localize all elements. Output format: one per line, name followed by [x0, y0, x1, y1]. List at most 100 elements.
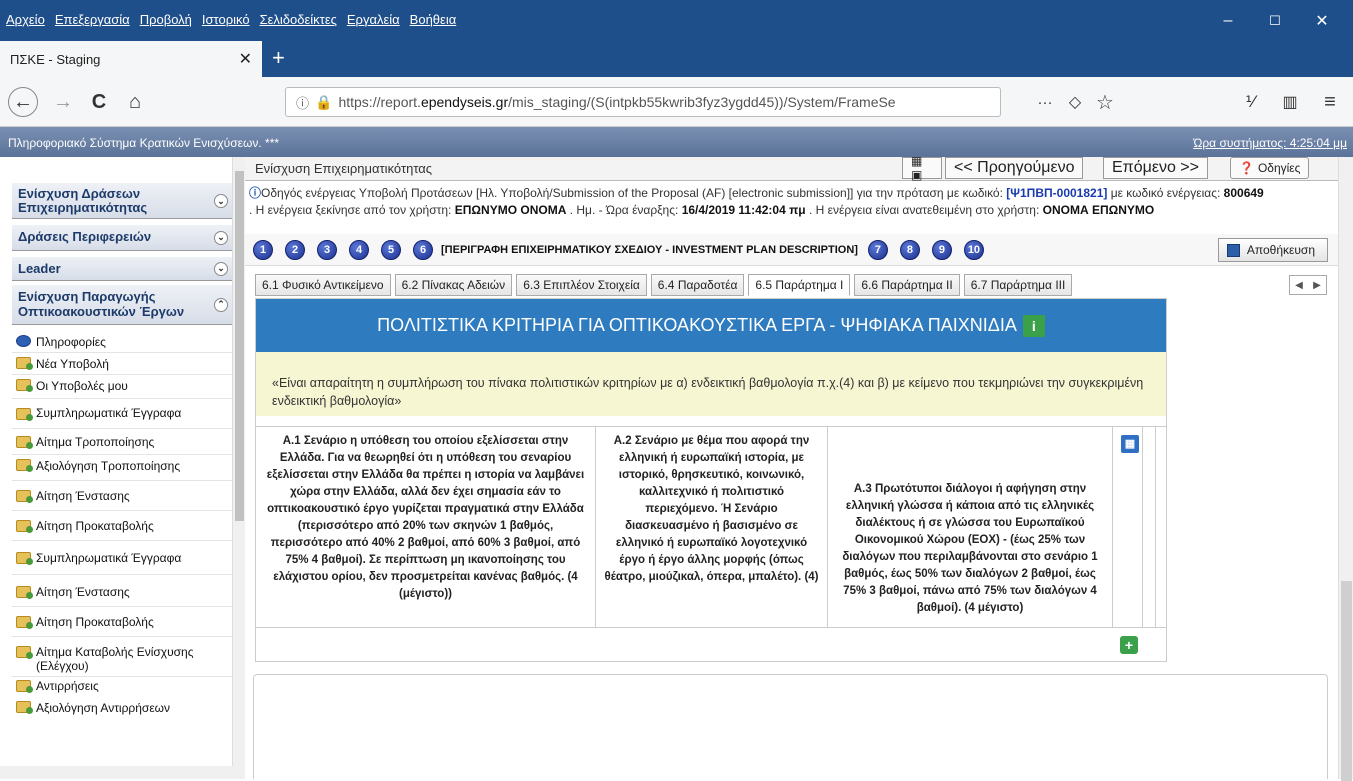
menu-help[interactable]: Βοήθεια — [410, 12, 457, 27]
bookmark-star-icon[interactable]: ☆ — [1090, 87, 1120, 117]
main-scrollbar[interactable] — [1338, 157, 1353, 781]
chevron-up-icon[interactable]: ⌃ — [214, 297, 228, 312]
sidebar-item-supplementary-docs-2[interactable]: Συμπληρωματικά Έγγραφα — [12, 541, 232, 575]
tab-6-7[interactable]: 6.7 Παράρτημα ΙΙΙ — [963, 274, 1073, 296]
sidebar-item-payment-request[interactable]: Αίτημα Καταβολής Ενίσχυσης (Ελέγχου) — [12, 637, 232, 677]
tab-6-3[interactable]: 6.3 Επιπλέον Στοιχεία — [516, 274, 647, 296]
previous-button[interactable]: << Προηγούμενο — [945, 157, 1084, 179]
step-2-button[interactable]: 2 — [285, 239, 305, 260]
main-scroll-thumb[interactable] — [1341, 581, 1352, 781]
step-9-button[interactable]: 9 — [931, 239, 952, 260]
url-bar[interactable]: ⓘ 🔒 https://report. ependyseis.gr/mis_sta… — [285, 87, 1001, 117]
tab-6-1[interactable]: 6.1 Φυσικό Αντικείμενο — [255, 274, 391, 296]
help-button[interactable]: ❓ Οδηγίες — [1230, 157, 1310, 179]
step-10-button[interactable]: 10 — [963, 239, 984, 260]
hamburger-menu-icon[interactable]: ≡ — [1315, 87, 1345, 117]
page-actions-button[interactable]: ··· — [1030, 87, 1060, 117]
menu-edit[interactable]: Επεξεργασία — [55, 12, 130, 27]
save-disk-icon — [1226, 244, 1240, 257]
maximize-button[interactable]: ☐ — [1252, 8, 1298, 34]
menu-bookmarks[interactable]: Σελιδοδείκτες — [260, 12, 337, 27]
step-4-button[interactable]: 4 — [349, 239, 369, 260]
sidebar-category-entrepreneurship[interactable]: Ενίσχυση Δράσεων Επιχειρηματικότητας ⌄ — [12, 183, 232, 219]
action-code: 800649 — [1223, 186, 1264, 200]
minimize-button[interactable]: – — [1205, 8, 1251, 34]
folder-icon — [16, 379, 33, 392]
menu-file[interactable]: Αρχείο — [6, 12, 45, 27]
home-button[interactable]: ⌂ — [120, 87, 150, 117]
criterion-a2: Α.2 Σενάριο με θέμα που αφορά την ελληνι… — [596, 427, 828, 627]
grid-icon[interactable]: ▦ — [1121, 435, 1139, 453]
library-icon[interactable]: ⅟ — [1235, 87, 1265, 117]
menu-history[interactable]: Ιστορικό — [202, 12, 250, 27]
info-icon[interactable]: i — [1022, 314, 1045, 337]
sidebar-category-audiovisual[interactable]: Ενίσχυση Παραγωγής Οπτικοακουστικών Έργω… — [12, 285, 232, 325]
action-info: ⓘΟδηγός ενέργειας Υποβολή Προτάσεων [Ηλ.… — [249, 185, 1335, 219]
folder-icon — [16, 436, 33, 449]
url-path: /mis_staging/(S(intpkb55kwrib3fyz3ygdd45… — [508, 94, 896, 110]
folder-icon — [16, 459, 33, 472]
info-text: . Η ενέργεια είναι ανατεθειμένη στο χρήσ… — [805, 203, 1043, 217]
criteria-actions-cell: ▦ — [1113, 427, 1143, 627]
chevron-down-icon[interactable]: ⌄ — [214, 230, 228, 245]
info-icon[interactable]: ⓘ — [296, 93, 309, 112]
sidebar-item-label: Συμπληρωματικά Έγγραφα — [36, 406, 182, 420]
sidebar-item-advance[interactable]: Αίτηση Προκαταβολής — [12, 511, 232, 541]
menu-bar: Αρχείο Επεξεργασία Προβολή Ιστορικό Σελι… — [6, 12, 456, 27]
text-area-box[interactable] — [253, 674, 1328, 779]
browser-tab[interactable]: ΠΣΚΕ - Staging ✕ — [0, 41, 262, 77]
sidebar-item-modification-evaluation[interactable]: Αξιολόγηση Τροποποίησης — [12, 455, 232, 481]
save-button[interactable]: Αποθήκευση — [1217, 238, 1328, 262]
sidebar-item-supplementary-docs[interactable]: Συμπληρωματικά Έγγραφα — [12, 399, 232, 429]
sidebar-horizontal-scrollbar[interactable] — [0, 766, 245, 779]
sidebar-item-objections-evaluation[interactable]: Αξιολόγηση Αντιρρήσεων — [12, 697, 232, 719]
step-6-button[interactable]: 6 — [413, 239, 433, 260]
step-3-button[interactable]: 3 — [317, 239, 337, 260]
step-5-button[interactable]: 5 — [381, 239, 401, 260]
sidebar-item-new-submission[interactable]: Νέα Υποβολή — [12, 353, 232, 375]
sidebar-item-info[interactable]: Πληροφορίες — [12, 331, 232, 353]
chevron-down-icon[interactable]: ⌄ — [214, 261, 228, 276]
close-window-button[interactable]: ✕ — [1299, 8, 1345, 34]
sidebar-item-modification-request[interactable]: Αίτημα Τροποποίησης — [12, 429, 232, 455]
step-7-button[interactable]: 7 — [867, 239, 888, 260]
tab-6-6[interactable]: 6.6 Παράρτημα ΙΙ — [854, 274, 960, 296]
proposal-code: [Ψ1ΠΒΠ-0001821] — [1006, 186, 1108, 200]
new-tab-button[interactable]: + — [272, 45, 285, 71]
back-button[interactable]: ← — [8, 87, 38, 117]
window-titlebar: Αρχείο Επεξεργασία Προβολή Ιστορικό Σελι… — [0, 0, 1353, 41]
tab-6-2[interactable]: 6.2 Πίνακας Αδειών — [394, 274, 513, 296]
pocket-icon[interactable]: ◇ — [1060, 87, 1090, 117]
save-label: Αποθήκευση — [1246, 243, 1315, 257]
toolbar-icons[interactable]: ▦ ▣ — [902, 157, 942, 182]
sidebar-category-regions[interactable]: Δράσεις Περιφερειών ⌄ — [12, 225, 232, 251]
sidebar-item-objection-2[interactable]: Αίτηση Ένστασης — [12, 575, 232, 607]
tab-title: ΠΣΚΕ - Staging — [10, 51, 101, 67]
start-datetime: 16/4/2019 11:42:04 πμ — [681, 203, 806, 217]
panel-title: ΠΟΛΙΤΙΣΤΙΚΑ ΚΡΙΤΗΡΙΑ ΓΙΑ ΟΠΤΙΚΟΑΚΟΥΣΤΙΚΑ… — [377, 315, 1017, 335]
reload-button[interactable]: C — [84, 87, 114, 117]
sidebar-icon[interactable]: ▥ — [1275, 87, 1305, 117]
sidebar-scrollbar[interactable] — [232, 157, 245, 766]
tab-scroll-left-icon[interactable]: ◀ — [1290, 276, 1308, 294]
add-row-icon[interactable]: + — [1120, 636, 1138, 654]
tab-6-4[interactable]: 6.4 Παραδοτέα — [650, 274, 745, 296]
sidebar-item-advance-payment[interactable]: Αίτηση Προκαταβολής — [12, 607, 232, 637]
menu-view[interactable]: Προβολή — [140, 12, 192, 27]
forward-button[interactable]: → — [48, 87, 78, 117]
sidebar-item-my-submissions[interactable]: Οι Υποβολές μου — [12, 375, 232, 399]
step-8-button[interactable]: 8 — [899, 239, 920, 260]
chevron-down-icon[interactable]: ⌄ — [214, 193, 228, 208]
sidebar-item-objection[interactable]: Αίτηση Ένστασης — [12, 481, 232, 511]
tab-6-5[interactable]: 6.5 Παράρτημα Ι — [748, 274, 851, 296]
step-1-button[interactable]: 1 — [253, 239, 273, 260]
breadcrumb[interactable]: Ενίσχυση Επιχειρηματικότητας — [255, 161, 432, 176]
started-by-user: ΕΠΩΝΥΜΟ ΟΝΟΜΑ — [454, 203, 567, 217]
sidebar-scroll-thumb[interactable] — [235, 171, 244, 521]
tab-scroll-right-icon[interactable]: ▶ — [1308, 276, 1326, 294]
next-button[interactable]: Επόμενο >> — [1103, 157, 1208, 179]
sidebar-category-leader[interactable]: Leader ⌄ — [12, 257, 232, 281]
menu-tools[interactable]: Εργαλεία — [347, 12, 400, 27]
close-tab-icon[interactable]: ✕ — [239, 49, 252, 69]
sidebar-item-objections[interactable]: Αντιρρήσεις — [12, 677, 232, 697]
